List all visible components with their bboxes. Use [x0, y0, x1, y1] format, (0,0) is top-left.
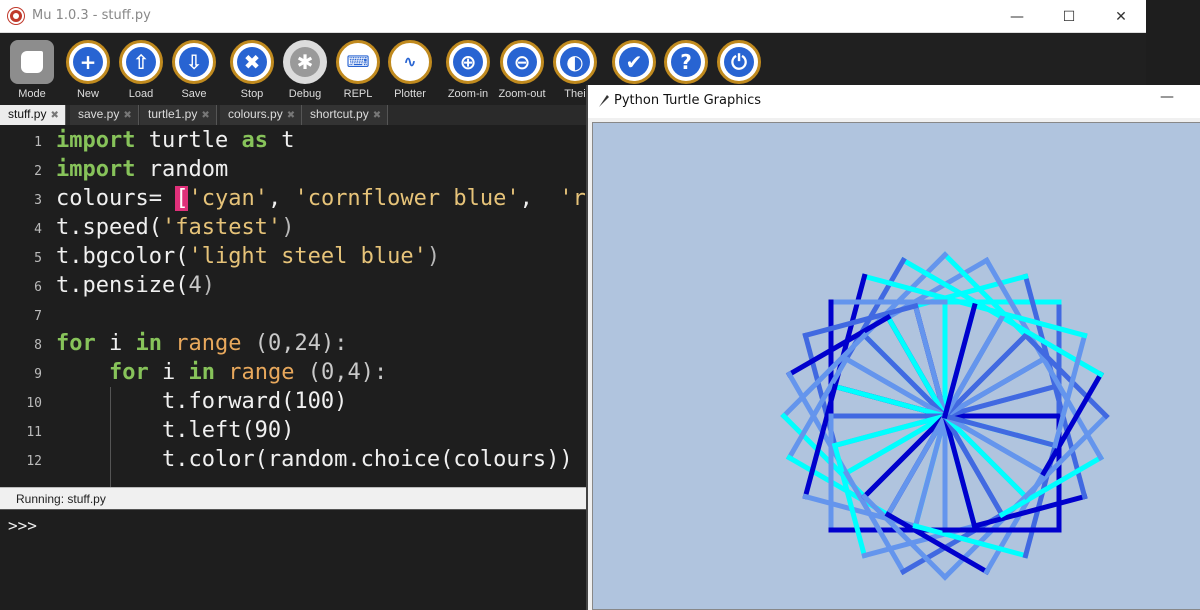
help-icon: ? — [671, 47, 701, 77]
code-line-3: colours= ['cyan', 'cornflower blue', 'ro — [56, 186, 586, 211]
code-line-12: t.color(random.choice(colours)) — [161, 447, 573, 472]
close-tab-icon[interactable]: ✖ — [201, 110, 209, 121]
tab-label: turtle1.py — [148, 107, 198, 121]
line-number: 3 — [34, 193, 42, 208]
turtle-window-title: Python Turtle Graphics — [614, 93, 761, 108]
zoom-out-icon: ⊖ — [507, 47, 537, 77]
power-icon: ⏻ — [724, 47, 754, 77]
plotter-button[interactable]: ∿ Plotter — [384, 37, 440, 103]
line-number: 12 — [26, 454, 42, 469]
status-bar: Running: stuff.py — [0, 487, 586, 509]
close-tab-icon[interactable]: ✖ — [50, 110, 58, 121]
zoom-in-icon: ⊕ — [453, 47, 483, 77]
mode-label: Mode — [18, 88, 46, 100]
feather-icon — [599, 95, 609, 107]
turtle-drawing — [780, 251, 1110, 581]
mode-button[interactable]: Mode — [6, 37, 62, 103]
close-tab-icon[interactable]: ✖ — [123, 110, 131, 121]
save-button[interactable]: ⇩ Save — [168, 37, 224, 103]
code-line-5: t.bgcolor('light steel blue') — [56, 244, 441, 269]
thumbs-up-icon: ✔ — [619, 47, 649, 77]
turtle-title-bar: Python Turtle Graphics — — [588, 85, 1200, 118]
download-icon: ⇩ — [179, 47, 209, 77]
code-line-1: import turtle as t — [56, 128, 295, 153]
line-number: 2 — [34, 164, 42, 179]
line-number: 4 — [34, 222, 42, 237]
code-line-2: import random — [56, 157, 229, 182]
tab-colours-py[interactable]: colours.py ✖ — [220, 105, 303, 125]
line-number: 9 — [34, 367, 42, 382]
line-number: 6 — [34, 280, 42, 295]
close-icon: ✖ — [237, 47, 267, 77]
theme-icon: ◐ — [560, 47, 590, 77]
bug-icon: ✱ — [290, 47, 320, 77]
indent-guide — [110, 387, 111, 487]
window-title: Mu 1.0.3 - stuff.py — [32, 8, 151, 23]
code-line-8: for i in range (0,24): — [56, 331, 348, 356]
close-window-button[interactable]: ✕ — [1098, 0, 1144, 33]
text-cursor: [ — [175, 186, 189, 211]
tab-save-py[interactable]: save.py ✖ — [70, 105, 139, 125]
tab-label: stuff.py — [8, 107, 47, 121]
tab-stuff-py[interactable]: stuff.py ✖ — [0, 105, 66, 125]
editor-tabs: stuff.py ✖ save.py ✖ turtle1.py ✖ colours.p… — [0, 105, 586, 125]
line-number: 5 — [34, 251, 42, 266]
code-editor[interactable]: 1 2 3 4 5 6 7 8 9 10 11 12 import turtle… — [0, 125, 586, 487]
line-number: 1 — [34, 135, 42, 150]
repl-prompt: >>> — [8, 516, 37, 535]
tab-label: shortcut.py — [310, 107, 369, 121]
plotter-label: Plotter — [394, 88, 426, 100]
tab-label: save.py — [78, 107, 120, 121]
line-number: 10 — [26, 396, 42, 411]
code-line-4: t.speed('fastest') — [56, 215, 295, 240]
mu-logo-icon — [8, 8, 24, 24]
code-line-9: for i in range (0,4): — [108, 360, 388, 385]
line-number: 8 — [34, 338, 42, 353]
mu-title-bar: Mu 1.0.3 - stuff.py — ☐ ✕ — [0, 0, 1146, 33]
turtle-minimize-button[interactable]: — — [1160, 89, 1174, 105]
repl-pane[interactable]: >>> — [0, 509, 586, 610]
keyboard-icon: ⌨ — [343, 47, 373, 77]
line-number: 11 — [26, 425, 42, 440]
close-tab-icon[interactable]: ✖ — [373, 110, 381, 121]
app-root: Mu 1.0.3 - stuff.py — ☐ ✕ Mode + New ⇧ L… — [0, 0, 1200, 610]
tab-shortcut-py[interactable]: shortcut.py ✖ — [302, 105, 389, 125]
pulse-icon: ∿ — [395, 47, 425, 77]
line-number: 7 — [34, 309, 42, 324]
save-label: Save — [181, 88, 207, 100]
code-line-11: t.left(90) — [161, 418, 295, 443]
plus-icon: + — [73, 47, 103, 77]
upload-icon: ⇧ — [126, 47, 156, 77]
code-line-10: t.forward(100) — [161, 389, 348, 414]
tab-turtle1-py[interactable]: turtle1.py ✖ — [140, 105, 217, 125]
maximize-button[interactable]: ☐ — [1046, 0, 1092, 33]
close-tab-icon[interactable]: ✖ — [287, 110, 295, 121]
turtle-canvas — [592, 122, 1200, 610]
code-line-6: t.pensize(4) — [56, 273, 215, 298]
turtle-graphics-window: Python Turtle Graphics — — [586, 85, 1200, 610]
tab-label: colours.py — [228, 107, 283, 121]
mode-icon — [21, 51, 43, 73]
line-number-gutter: 1 2 3 4 5 6 7 8 9 10 11 12 — [0, 125, 50, 487]
minimize-button[interactable]: — — [994, 0, 1040, 33]
